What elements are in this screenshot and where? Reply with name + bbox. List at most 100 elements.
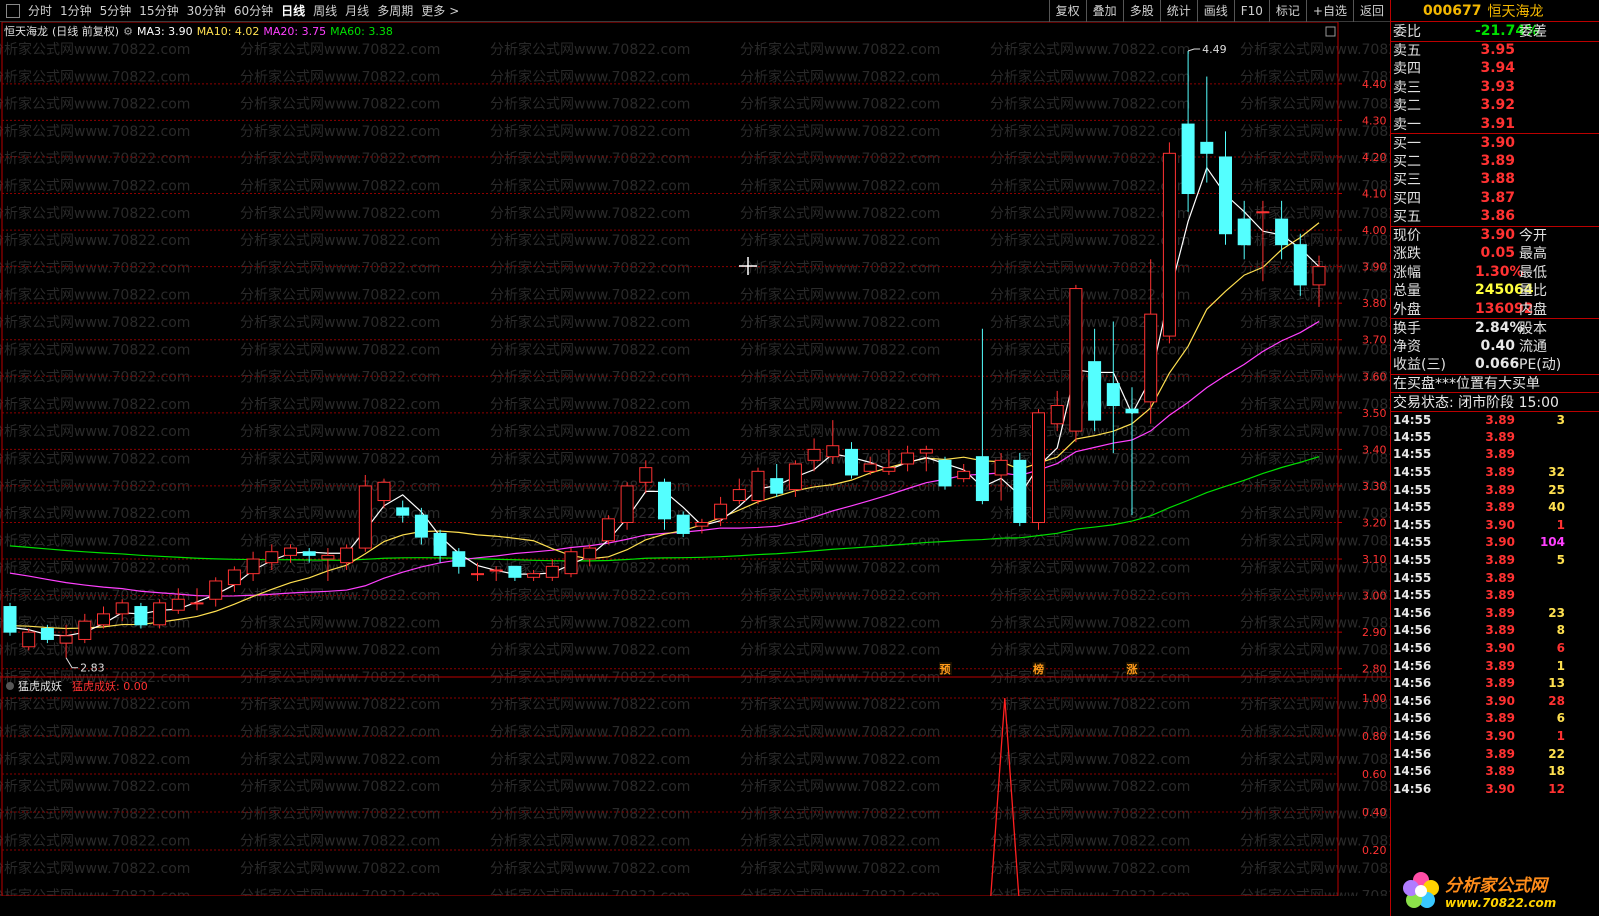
candle-body (1069, 288, 1083, 432)
candle-body (1181, 123, 1195, 195)
watermark-text: 分析家公式网www.70822.com (1240, 532, 1390, 549)
tick-volume: 18 (1548, 764, 1565, 779)
tick-time: 14:55 (1393, 447, 1432, 462)
candle-body (489, 569, 503, 572)
tick-volume: 104 (1539, 535, 1565, 550)
tool-button-2[interactable]: 多股 (1122, 0, 1160, 22)
tab-6[interactable]: 日线 (277, 0, 309, 22)
watermark-text: 分析家公式网www.70822.com (740, 696, 940, 713)
tab-3[interactable]: 15分钟 (135, 0, 182, 22)
candle-body (676, 514, 690, 534)
watermark-text: 分析家公式网www.70822.com (490, 96, 690, 113)
watermark-text: 分析家公式网www.70822.com (740, 41, 940, 58)
tab-5[interactable]: 60分钟 (230, 0, 277, 22)
tick-price: 3.89 (1485, 605, 1515, 620)
watermark-text: 分析家公式网www.70822.com (990, 805, 1190, 822)
watermark-text: 分析家公式网www.70822.com (990, 341, 1190, 358)
watermark-text: 分析家公式网www.70822.com (740, 259, 940, 276)
tool-button-8[interactable]: 返回 (1352, 0, 1390, 22)
settings-icon[interactable]: ⚙ (123, 25, 133, 38)
watermark-text: 分析家公式网www.70822.com (990, 41, 1190, 58)
tool-buttons: 复权 叠加 多股 统计 画线 F10 标记 +自选 返回 (1048, 0, 1390, 22)
watermark-text: 分析家公式网www.70822.com (0, 778, 190, 795)
candle-body (882, 467, 896, 472)
chevron-right-icon[interactable]: > (449, 0, 459, 22)
tab-8[interactable]: 月线 (341, 0, 373, 22)
tick-time: 14:55 (1393, 588, 1432, 603)
watermark-text: 分析家公式网www.70822.com (0, 205, 190, 222)
stat-value: 0.40 (1480, 337, 1515, 354)
tick-volume: 13 (1548, 676, 1565, 691)
stat-row: 外盘 136092 内盘 (1391, 300, 1599, 319)
candle-body (601, 518, 615, 542)
bid-price: 3.86 (1480, 208, 1515, 225)
y-tick-label: 3.50 (1362, 407, 1387, 420)
tab-10[interactable]: 更多 (417, 0, 449, 22)
ask-row: 卖五 3.95 (1391, 40, 1599, 60)
tick-price: 3.89 (1485, 588, 1515, 603)
watermark-text: 分析家公式网www.70822.com (990, 833, 1190, 850)
watermark-text: 分析家公式网www.70822.com (740, 751, 940, 768)
tool-button-1[interactable]: 叠加 (1085, 0, 1123, 22)
y-tick-label: 4.20 (1362, 151, 1387, 164)
kline-mode-label[interactable]: (日线 前复权) (52, 23, 119, 39)
watermark-text: 分析家公式网www.70822.com (740, 205, 940, 222)
tick-volume: 1 (1556, 517, 1565, 532)
tool-button-0[interactable]: 复权 (1048, 0, 1086, 22)
watermark-text: 分析家公式网www.70822.com (0, 860, 190, 877)
watermark-text: 分析家公式网www.70822.com (490, 205, 690, 222)
logo-text-cn: 分析家公式网 (1445, 875, 1547, 896)
candle-body (658, 481, 671, 520)
watermark-text: 分析家公式网www.70822.com (990, 68, 1190, 85)
tool-button-4[interactable]: 画线 (1196, 0, 1234, 22)
tick-price: 3.89 (1485, 553, 1515, 568)
kline-chart[interactable]: 分析家公式网www.70822.com 分析家公式网www.70822.com 分析… (0, 22, 1390, 896)
tab-0[interactable]: 分时 (24, 0, 56, 22)
bid-price: 3.89 (1480, 152, 1515, 169)
tick-row: 14:56 3.90 28 (1391, 692, 1599, 710)
candle-body (957, 470, 971, 480)
tick-volume: 6 (1556, 641, 1565, 656)
ask-label: 卖五 (1393, 43, 1421, 60)
indicator-settings-icon[interactable] (6, 682, 14, 690)
candle-body (695, 521, 709, 527)
tool-button-6[interactable]: 标记 (1268, 0, 1306, 22)
tool-button-5[interactable]: F10 (1233, 0, 1269, 22)
chart-options-icon[interactable] (1325, 26, 1336, 37)
tab-9[interactable]: 多周期 (373, 0, 417, 22)
watermark-text: 分析家公式网www.70822.com (990, 696, 1190, 713)
watermark-text: 分析家公式网www.70822.com (990, 150, 1190, 167)
stat-label: 净资 (1393, 338, 1421, 355)
tab-4[interactable]: 30分钟 (183, 0, 230, 22)
tick-row: 14:55 3.89 (1391, 586, 1599, 604)
stat-label2: 量比 (1519, 283, 1547, 300)
stat-label: 收益(三) (1393, 357, 1446, 374)
y-tick-label: 3.10 (1362, 553, 1387, 566)
tick-volume: 1 (1556, 658, 1565, 673)
ask-price: 3.93 (1480, 78, 1515, 95)
high-label: 4.49 (1202, 43, 1227, 56)
watermark-text: 分析家公式网www.70822.com (740, 505, 940, 522)
watermark-text: 分析家公式网www.70822.com (0, 805, 190, 822)
ask-row: 卖三 3.93 (1391, 78, 1599, 97)
window-menu-icon[interactable] (6, 3, 20, 18)
bid-row: 买二 3.89 (1391, 152, 1599, 171)
candle-body (994, 459, 1008, 476)
watermark-text: 分析家公式网www.70822.com (740, 232, 940, 249)
tool-button-7[interactable]: +自选 (1305, 0, 1353, 22)
candle-body (1125, 408, 1139, 414)
tab-2[interactable]: 5分钟 (96, 0, 136, 22)
watermark-text: 分析家公式网www.70822.com (990, 860, 1190, 877)
tab-1[interactable]: 1分钟 (56, 0, 96, 22)
tab-7[interactable]: 周线 (309, 0, 341, 22)
candle-body (59, 635, 73, 644)
watermark-text: 分析家公式网www.70822.com (740, 150, 940, 167)
low-marker (65, 657, 79, 669)
stat-label2: 股本 (1519, 320, 1547, 337)
candle-body (321, 554, 335, 560)
watermark-text: 分析家公式网www.70822.com (740, 369, 940, 386)
stat-value: 136092 (1475, 300, 1534, 317)
tick-volume: 22 (1548, 746, 1565, 761)
tick-row: 14:55 3.89 25 (1391, 481, 1599, 499)
tool-button-3[interactable]: 统计 (1159, 0, 1197, 22)
